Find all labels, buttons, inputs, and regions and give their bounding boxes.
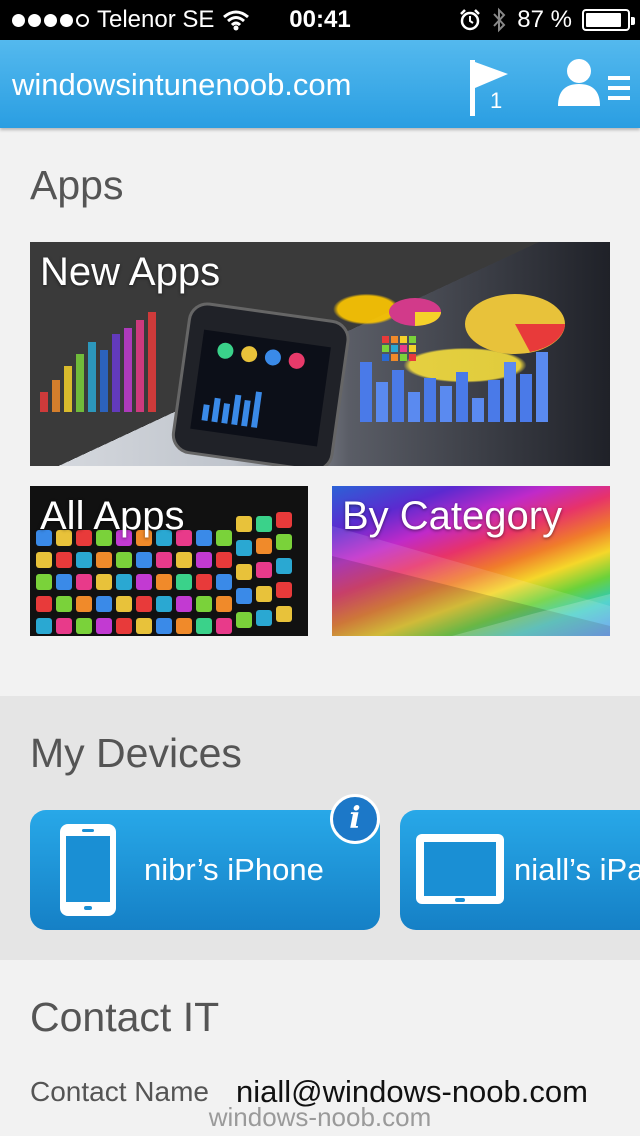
user-menu-icon[interactable] [556, 58, 632, 108]
apps-section-title: Apps [30, 162, 124, 208]
all-apps-tile[interactable]: All Apps [30, 486, 308, 636]
battery-icon [582, 9, 635, 31]
devices-section-title: My Devices [30, 730, 242, 776]
contact-section-title: Contact IT [30, 994, 220, 1040]
by-category-tile[interactable]: By Category [332, 486, 610, 636]
tablet-icon [416, 834, 504, 904]
device-name: niall’s iPad [514, 852, 640, 887]
status-bar: Telenor SE 00:41 87 % [0, 0, 640, 40]
status-right: 87 % [459, 6, 635, 34]
all-apps-label: All Apps [40, 494, 185, 538]
new-apps-label: New Apps [40, 250, 221, 294]
battery-percent: 87 % [517, 6, 572, 33]
device-name: nibr’s iPhone [144, 852, 324, 887]
nav-bar: windowsintunenoob.com 1 [0, 40, 640, 128]
by-category-label: By Category [342, 494, 563, 538]
phone-icon [60, 824, 116, 916]
watermark: windows-noob.com [208, 1102, 432, 1132]
info-icon[interactable]: i [330, 794, 380, 844]
new-apps-tile[interactable]: New Apps [30, 242, 610, 466]
flag-badge: 1 [490, 88, 503, 113]
alarm-icon [460, 9, 481, 31]
device-button-iphone[interactable]: nibr’s iPhone [30, 810, 380, 930]
site-title: windowsintunenoob.com [12, 67, 352, 102]
bluetooth-icon [493, 7, 506, 33]
device-button-ipad[interactable]: niall’s iPad [400, 810, 640, 930]
